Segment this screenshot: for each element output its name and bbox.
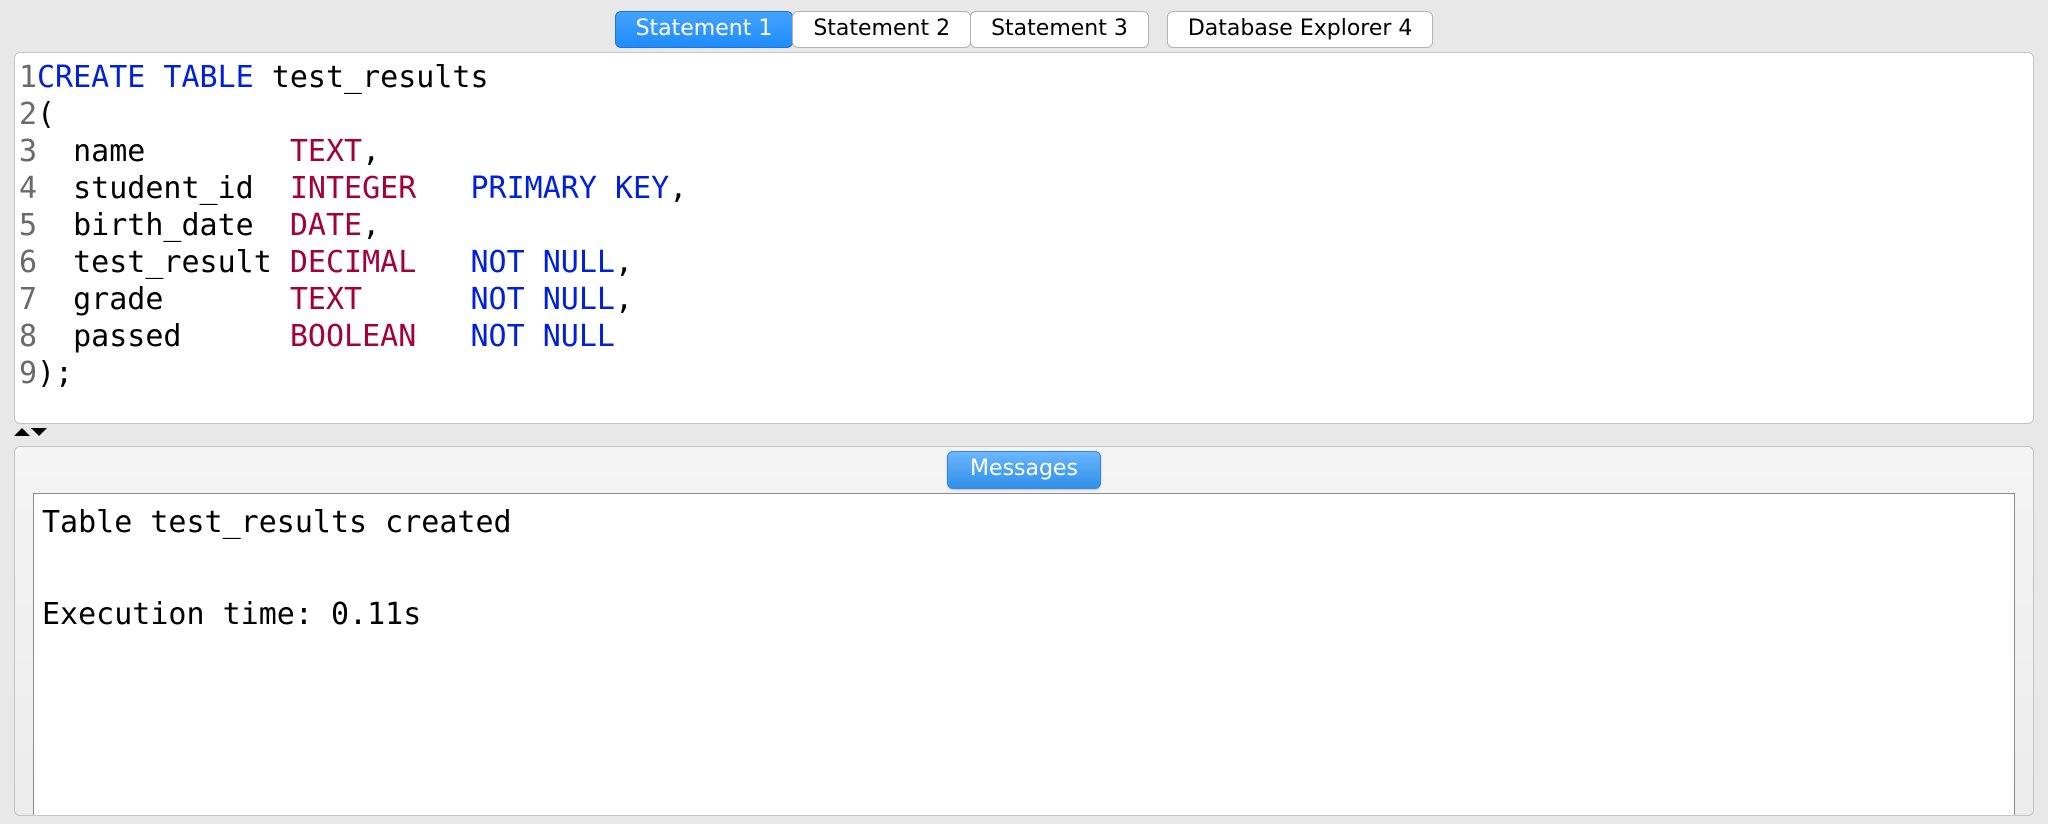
column-name: student_id bbox=[37, 170, 290, 207]
tab-statement-3[interactable]: Statement 3 bbox=[970, 11, 1149, 48]
tab-database-explorer-4[interactable]: Database Explorer 4 bbox=[1167, 11, 1434, 48]
constraint: NOT NULL bbox=[471, 244, 616, 281]
plain bbox=[416, 170, 470, 207]
type: DECIMAL bbox=[290, 244, 416, 281]
identifier: test_results bbox=[254, 59, 489, 96]
code-line[interactable]: 4 student_id INTEGER PRIMARY KEY, bbox=[15, 170, 2033, 207]
code-line[interactable]: 7 grade TEXT NOT NULL, bbox=[15, 281, 2033, 318]
sql-editor[interactable]: 1CREATE TABLE test_results 2( 3 name TEX… bbox=[14, 52, 2034, 424]
plain bbox=[416, 244, 470, 281]
line-number: 4 bbox=[15, 170, 37, 207]
plain bbox=[362, 281, 470, 318]
plain: ( bbox=[37, 96, 55, 133]
line-number: 1 bbox=[15, 59, 37, 96]
constraint: NOT NULL bbox=[471, 318, 616, 355]
code-area[interactable]: 1CREATE TABLE test_results 2( 3 name TEX… bbox=[15, 53, 2033, 392]
column-name: test_result bbox=[37, 244, 290, 281]
tab-statement-2[interactable]: Statement 2 bbox=[792, 11, 971, 48]
code-line[interactable]: 1CREATE TABLE test_results bbox=[15, 59, 2033, 96]
type: INTEGER bbox=[290, 170, 416, 207]
column-name: birth_date bbox=[37, 207, 290, 244]
column-name: passed bbox=[37, 318, 290, 355]
plain: , bbox=[615, 281, 633, 318]
line-number: 6 bbox=[15, 244, 37, 281]
line-number: 9 bbox=[15, 355, 37, 392]
type: TEXT bbox=[290, 281, 362, 318]
plain bbox=[416, 318, 470, 355]
tab-statement-1[interactable]: Statement 1 bbox=[615, 11, 794, 48]
pane-splitter[interactable] bbox=[14, 424, 2034, 440]
type: BOOLEAN bbox=[290, 318, 416, 355]
plain: ); bbox=[37, 355, 73, 392]
results-tabbar: Messages bbox=[15, 447, 2033, 489]
code-line[interactable]: 5 birth_date DATE, bbox=[15, 207, 2033, 244]
statement-tabbar: Statement 1 Statement 2 Statement 3 Data… bbox=[0, 0, 2048, 48]
results-panel: Messages Table test_results created Exec… bbox=[14, 446, 2034, 816]
tab-messages[interactable]: Messages bbox=[947, 451, 1101, 489]
code-line[interactable]: 8 passed BOOLEAN NOT NULL bbox=[15, 318, 2033, 355]
messages-output[interactable]: Table test_results created Execution tim… bbox=[33, 493, 2015, 815]
line-number: 3 bbox=[15, 133, 37, 170]
code-line[interactable]: 2( bbox=[15, 96, 2033, 133]
code-line[interactable]: 9); bbox=[15, 355, 2033, 392]
collapse-down-icon bbox=[31, 428, 47, 436]
plain: , bbox=[669, 170, 687, 207]
line-number: 7 bbox=[15, 281, 37, 318]
line-number: 5 bbox=[15, 207, 37, 244]
type: TEXT bbox=[290, 133, 362, 170]
line-number: 8 bbox=[15, 318, 37, 355]
collapse-up-icon bbox=[14, 428, 30, 436]
constraint: NOT NULL bbox=[471, 281, 616, 318]
plain: , bbox=[615, 244, 633, 281]
column-name: name bbox=[37, 133, 290, 170]
code-line[interactable]: 3 name TEXT, bbox=[15, 133, 2033, 170]
column-name: grade bbox=[37, 281, 290, 318]
code-line[interactable]: 6 test_result DECIMAL NOT NULL, bbox=[15, 244, 2033, 281]
plain: , bbox=[362, 207, 380, 244]
keyword: CREATE TABLE bbox=[37, 59, 254, 96]
constraint: PRIMARY KEY bbox=[471, 170, 670, 207]
type: DATE bbox=[290, 207, 362, 244]
line-number: 2 bbox=[15, 96, 37, 133]
plain: , bbox=[362, 133, 380, 170]
